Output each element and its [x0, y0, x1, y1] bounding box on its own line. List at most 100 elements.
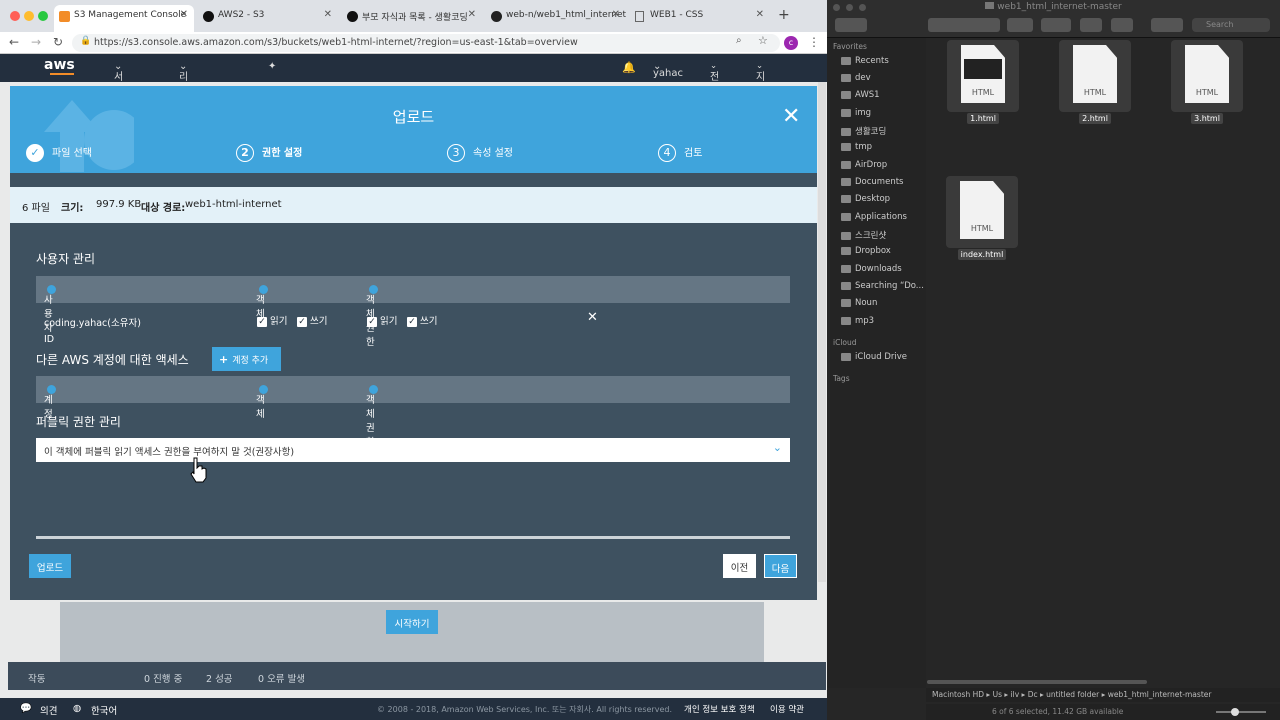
tab-github[interactable]: web-n/web1_html_internet ✕ [486, 5, 626, 32]
language-link[interactable]: 한국어 [91, 703, 117, 717]
resource-groups-menu[interactable]: 리소스 그룹 ⌄ [179, 61, 188, 143]
object-read-checkbox[interactable]: ✓ 읽기 [257, 313, 287, 327]
path-segment[interactable]: web1_html_internet-master [1108, 690, 1212, 699]
maximize-window-button[interactable] [859, 4, 866, 11]
file-name-label[interactable]: 2.html [1079, 113, 1111, 124]
back-forward-buttons[interactable] [835, 18, 867, 32]
sidebar-item[interactable]: AWS1 [841, 90, 880, 100]
file-icon[interactable]: HTML [946, 176, 1018, 248]
sidebar-item[interactable]: Desktop [841, 194, 890, 204]
pin-icon[interactable]: ✦ [268, 61, 276, 72]
previous-button[interactable]: 이전 [723, 554, 756, 578]
sidebar-item[interactable]: AirDrop [841, 160, 887, 170]
step-file-select[interactable]: ✓ 파일 선택 [26, 144, 92, 162]
tab-s3-console[interactable]: S3 Management Console ✕ [54, 5, 194, 32]
path-segment[interactable]: Us [993, 690, 1002, 699]
minimize-window-button[interactable] [846, 4, 853, 11]
icon-size-slider[interactable] [1216, 711, 1266, 713]
file-name-label[interactable]: index.html [957, 249, 1007, 260]
file-name-label[interactable]: 1.html [967, 113, 999, 124]
step-permissions[interactable]: 2 권한 설정 [236, 144, 302, 162]
step-review[interactable]: 4 검토 [658, 144, 702, 162]
add-account-button[interactable]: + 계정 추가 [212, 347, 281, 371]
path-segment[interactable]: Macintosh HD [932, 690, 984, 699]
minimize-window-button[interactable] [24, 11, 34, 21]
sidebar-item[interactable]: Downloads [841, 264, 902, 274]
reload-icon[interactable]: ↻ [53, 35, 63, 49]
permission-read-checkbox[interactable]: ✓ 읽기 [367, 313, 397, 327]
new-tab-button[interactable]: + [778, 7, 790, 23]
close-window-button[interactable] [833, 4, 840, 11]
profile-avatar[interactable]: c [784, 36, 798, 50]
file-icon[interactable]: HTML [947, 40, 1019, 112]
zoom-icon[interactable]: ⌕ [736, 35, 742, 46]
url-field[interactable]: 🔒 https://s3.console.aws.amazon.com/s3/b… [72, 34, 780, 52]
permission-write-checkbox[interactable]: ✓ 쓰기 [407, 313, 437, 327]
next-button[interactable]: 다음 [764, 554, 797, 578]
tag-icon[interactable] [1111, 18, 1133, 32]
terms-link[interactable]: 이용 약관 [770, 703, 804, 715]
services-menu[interactable]: 서비스 ⌄ [114, 61, 123, 113]
sidebar-item[interactable]: Documents [841, 177, 903, 187]
sidebar-item[interactable]: Searching “Do... [841, 281, 924, 291]
privacy-link[interactable]: 개인 정보 보호 정책 [684, 703, 755, 715]
aws-logo[interactable]: aws [44, 57, 75, 73]
sidebar-item[interactable]: Noun [841, 298, 877, 308]
feedback-link[interactable]: 의견 [40, 703, 57, 717]
support-menu[interactable]: 지원 ⌄ [756, 61, 765, 98]
start-button[interactable]: 시작하기 [386, 610, 438, 634]
remove-user-icon[interactable]: ✕ [587, 310, 598, 325]
menu-kebab-icon[interactable]: ⋮ [808, 35, 820, 49]
sidebar-item[interactable]: Dropbox [841, 246, 891, 256]
tab-aws2-s3[interactable]: AWS2 - S3 ✕ [198, 5, 338, 32]
tab-opentutorials[interactable]: 부모 자식과 목록 - 생활코딩 ✕ [342, 5, 482, 32]
dropbox-icon[interactable] [1151, 18, 1183, 32]
bell-icon[interactable]: 🔔 [622, 61, 636, 74]
success-count[interactable]: 2 성공 [206, 671, 233, 685]
user-menu[interactable]: yahac ⌄ [653, 61, 683, 79]
sidebar-item[interactable]: img [841, 108, 871, 118]
gear-icon[interactable] [1041, 18, 1071, 32]
view-mode-buttons[interactable] [928, 18, 1000, 32]
object-write-checkbox[interactable]: ✓ 쓰기 [297, 313, 327, 327]
page-scrollbar[interactable] [818, 82, 826, 582]
path-segment[interactable]: untitled folder [1046, 690, 1099, 699]
sidebar-item[interactable]: 스크린샷 [841, 229, 886, 241]
file-icon[interactable]: HTML [1171, 40, 1243, 112]
share-icon[interactable] [1080, 18, 1102, 32]
sidebar-item[interactable]: Applications [841, 212, 907, 222]
close-tab-icon[interactable]: ✕ [612, 9, 620, 20]
error-count[interactable]: 0 오류 발생 [258, 671, 305, 685]
finder-search-input[interactable]: Search [1192, 18, 1270, 32]
sidebar-item[interactable]: Recents [841, 56, 889, 66]
close-tab-icon[interactable]: ✕ [468, 9, 476, 20]
slider-knob[interactable] [1231, 708, 1239, 716]
sidebar-item[interactable]: 생활코딩 [841, 125, 886, 137]
step-properties[interactable]: 3 속성 설정 [447, 144, 513, 162]
file-icon[interactable]: HTML [1059, 40, 1131, 112]
horizontal-scrollbar[interactable] [927, 680, 1147, 684]
sidebar-item[interactable]: tmp [841, 142, 872, 152]
sidebar-item[interactable]: dev [841, 73, 871, 83]
maximize-window-button[interactable] [38, 11, 48, 21]
in-progress-count[interactable]: 0 진행 중 [144, 671, 182, 685]
tab-web1-css[interactable]: WEB1 - CSS ✕ [630, 5, 770, 32]
file-name-label[interactable]: 3.html [1191, 113, 1223, 124]
path-segment[interactable]: Dc [1028, 690, 1038, 699]
sidebar-item[interactable]: iCloud Drive [841, 352, 907, 362]
back-arrow-icon[interactable]: ← [9, 35, 19, 49]
sidebar-item[interactable]: mp3 [841, 316, 874, 326]
close-icon[interactable]: ✕ [782, 104, 800, 129]
close-window-button[interactable] [10, 11, 20, 21]
public-access-select[interactable]: 이 객체에 퍼블릭 읽기 액세스 권한을 부여하지 말 것(권장사항) ⌄ [36, 438, 790, 462]
bookmark-star-icon[interactable]: ☆ [758, 34, 768, 47]
upload-button[interactable]: 업로드 [29, 554, 71, 578]
forward-arrow-icon[interactable]: → [31, 35, 41, 49]
region-menu[interactable]: 전역 ⌄ [710, 61, 719, 98]
close-tab-icon[interactable]: ✕ [324, 9, 332, 20]
close-tab-icon[interactable]: ✕ [756, 9, 764, 20]
sidebar-item-label: AirDrop [855, 160, 888, 170]
close-tab-icon[interactable]: ✕ [180, 9, 188, 20]
path-segment[interactable]: ilv [1011, 690, 1020, 699]
group-button[interactable] [1007, 18, 1033, 32]
